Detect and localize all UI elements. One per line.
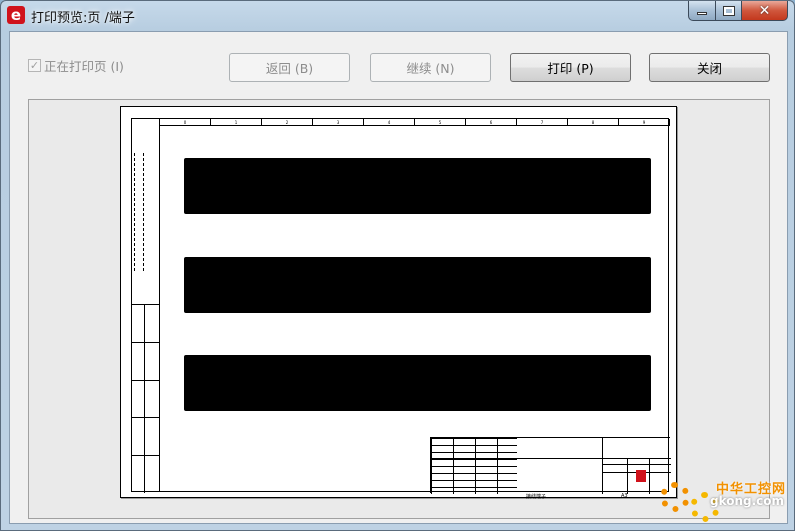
terminal-strip-block — [184, 257, 651, 313]
strip-cells — [132, 304, 160, 493]
minimize-icon — [697, 12, 707, 15]
title-block-rule — [431, 458, 671, 459]
checkbox-label: 正在打印页 (I) — [44, 59, 124, 74]
title-block-rule — [649, 458, 650, 494]
maximize-icon — [722, 5, 735, 16]
ruler-tick: 3 — [313, 119, 364, 125]
dialog-client-area: ✓ 正在打印页 (I) 返回 (B) 继续 (N) 打印 (P) 关闭 0123… — [9, 31, 788, 524]
terminal-strip-block — [184, 158, 651, 214]
title-block-rule — [603, 464, 671, 465]
print-preview-window: e 打印预览:页 /端子 ✕ ✓ 正在打印页 (I) 返回 (B) 继续 (N)… — [0, 0, 795, 531]
print-preview-pane[interactable]: 0123456789 接线端子 A3 — [28, 99, 770, 519]
close-icon: ✕ — [758, 2, 771, 19]
title-block-middle — [517, 438, 603, 494]
ruler-tick: 0 — [160, 119, 211, 125]
page-footer-title: 接线端子 — [526, 494, 547, 500]
minimize-button[interactable] — [688, 1, 716, 21]
title-block — [430, 437, 671, 494]
printing-page-checkbox[interactable]: ✓ 正在打印页 (I) — [28, 56, 124, 75]
terminal-strip-block — [184, 355, 651, 411]
app-logo-icon: e — [7, 6, 25, 24]
maximize-button[interactable] — [716, 1, 742, 21]
close-window-button[interactable]: ✕ — [742, 1, 788, 21]
gear-icon — [660, 482, 690, 512]
watermark: 中华工控网 gkong.com — [660, 472, 790, 524]
window-title: 打印预览:页 /端子 — [31, 11, 135, 26]
ruler-tick: 9 — [619, 119, 670, 125]
ruler-tick: 6 — [466, 119, 517, 125]
column-ruler: 0123456789 — [160, 119, 670, 126]
continue-button[interactable]: 继续 (N) — [370, 53, 491, 82]
company-logo-icon — [636, 470, 646, 482]
preview-page: 0123456789 接线端子 A3 — [120, 106, 677, 500]
ruler-tick: 1 — [211, 119, 262, 125]
drawing-frame: 0123456789 — [131, 118, 671, 494]
title-block-grid — [431, 438, 517, 494]
caption-buttons: ✕ — [688, 1, 788, 21]
print-button[interactable]: 打印 (P) — [510, 53, 631, 82]
dashed-column — [134, 153, 144, 271]
close-button[interactable]: 关闭 — [649, 53, 770, 82]
left-title-strip — [132, 119, 160, 491]
checkbox-check-icon: ✓ — [28, 59, 41, 72]
ruler-tick: 2 — [262, 119, 313, 125]
page-footer-format: A3 — [621, 493, 628, 499]
ruler-tick: 4 — [364, 119, 415, 125]
watermark-url: gkong.com — [710, 494, 785, 508]
ruler-tick: 7 — [517, 119, 568, 125]
title-block-rule — [627, 458, 628, 494]
title-bar[interactable]: e 打印预览:页 /端子 ✕ — [1, 1, 794, 29]
ruler-tick: 8 — [568, 119, 619, 125]
back-button[interactable]: 返回 (B) — [229, 53, 350, 82]
ruler-tick: 5 — [415, 119, 466, 125]
